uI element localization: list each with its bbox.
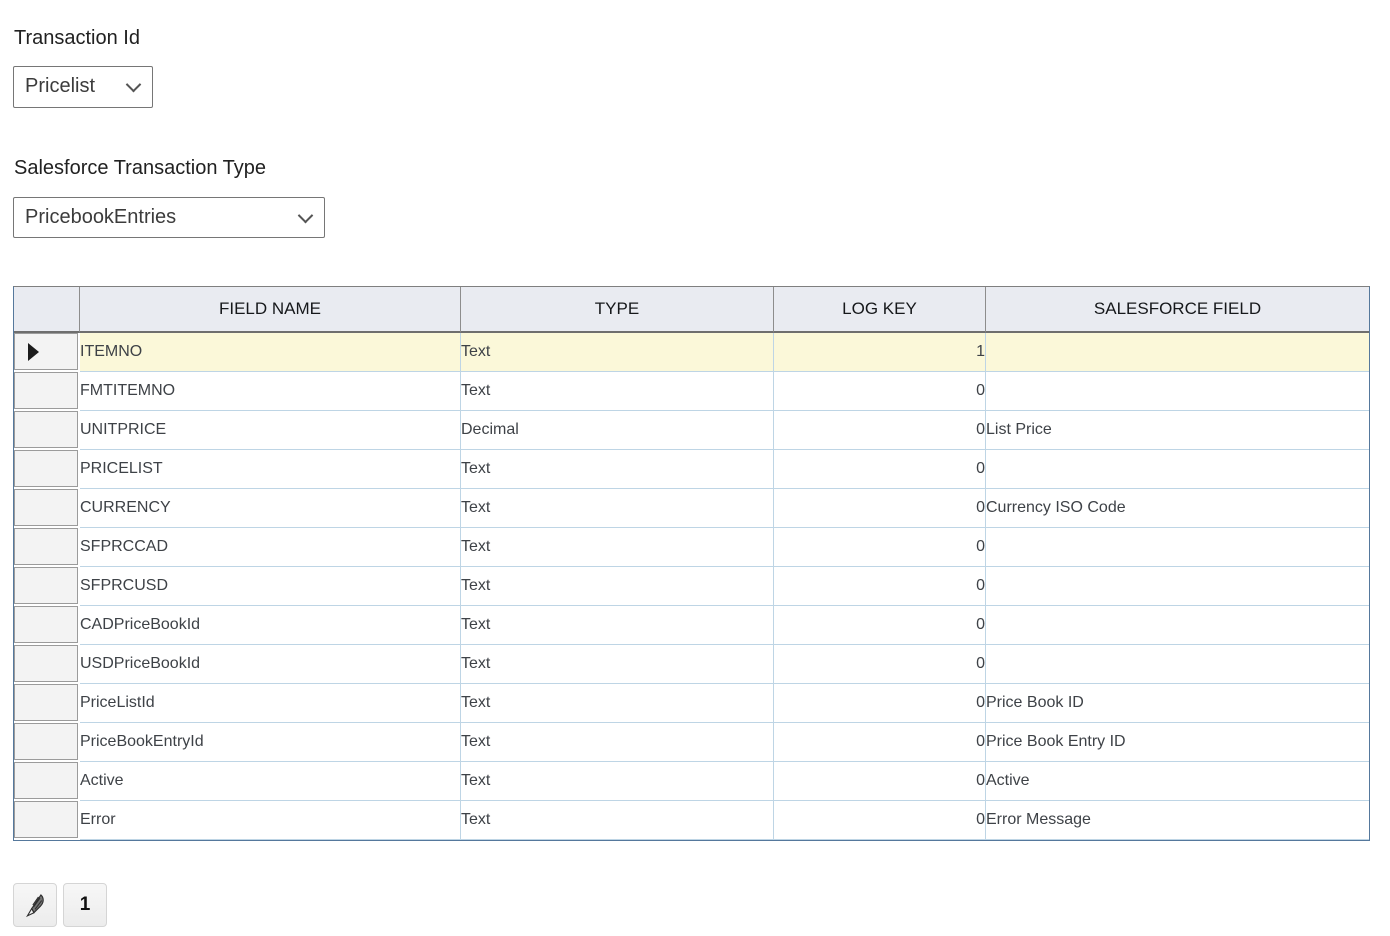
row-selector[interactable] xyxy=(14,411,80,450)
cell-salesforce-field[interactable]: List Price xyxy=(986,411,1369,450)
table-row[interactable]: PriceBookEntryIdText0Price Book Entry ID xyxy=(14,723,1369,762)
field-mapping-grid: FIELD NAME TYPE LOG KEY SALESFORCE FIELD… xyxy=(13,286,1370,841)
row-selector[interactable] xyxy=(14,567,80,606)
row-selector[interactable] xyxy=(14,606,80,645)
row-selector[interactable] xyxy=(14,528,80,567)
row-selector[interactable] xyxy=(14,372,80,411)
cell-log-key[interactable]: 0 xyxy=(774,645,986,684)
cell-log-key[interactable]: 0 xyxy=(774,684,986,723)
cell-type[interactable]: Text xyxy=(461,801,774,840)
column-header-type[interactable]: TYPE xyxy=(461,287,774,333)
cell-type[interactable]: Text xyxy=(461,684,774,723)
cell-type[interactable]: Text xyxy=(461,645,774,684)
cell-field-name[interactable]: ITEMNO xyxy=(80,333,461,372)
cell-type[interactable]: Text xyxy=(461,567,774,606)
grid-body: ITEMNOText1FMTITEMNOText0UNITPRICEDecima… xyxy=(14,333,1369,840)
cell-type[interactable]: Decimal xyxy=(461,411,774,450)
row-selector[interactable] xyxy=(14,450,80,489)
page-number-button[interactable]: 1 xyxy=(63,883,107,927)
table-row[interactable]: CURRENCYText0Currency ISO Code xyxy=(14,489,1369,528)
cell-log-key[interactable]: 0 xyxy=(774,567,986,606)
cell-log-key[interactable]: 0 xyxy=(774,489,986,528)
cell-salesforce-field[interactable]: Currency ISO Code xyxy=(986,489,1369,528)
page-number-label: 1 xyxy=(80,894,91,916)
cell-log-key[interactable]: 0 xyxy=(774,528,986,567)
transaction-id-label: Transaction Id xyxy=(14,27,1377,50)
cell-field-name[interactable]: SFPRCUSD xyxy=(80,567,461,606)
table-row[interactable]: PriceListIdText0Price Book ID xyxy=(14,684,1369,723)
cell-type[interactable]: Text xyxy=(461,723,774,762)
table-row[interactable]: ITEMNOText1 xyxy=(14,333,1369,372)
row-selector[interactable] xyxy=(14,489,80,528)
bottom-toolbar: 1 xyxy=(13,883,1377,927)
cell-type[interactable]: Text xyxy=(461,762,774,801)
grid-corner-cell[interactable] xyxy=(14,287,80,333)
cell-salesforce-field[interactable] xyxy=(986,567,1369,606)
row-selector[interactable] xyxy=(14,723,80,762)
cell-log-key[interactable]: 1 xyxy=(774,333,986,372)
cell-field-name[interactable]: Error xyxy=(80,801,461,840)
cell-salesforce-field[interactable] xyxy=(986,450,1369,489)
cell-log-key[interactable]: 0 xyxy=(774,762,986,801)
quill-icon xyxy=(22,892,49,919)
cell-salesforce-field[interactable] xyxy=(986,372,1369,411)
cell-salesforce-field[interactable] xyxy=(986,645,1369,684)
cell-salesforce-field[interactable]: Error Message xyxy=(986,801,1369,840)
cell-salesforce-field[interactable]: Active xyxy=(986,762,1369,801)
column-header-salesforce-field[interactable]: SALESFORCE FIELD xyxy=(986,287,1369,333)
cell-type[interactable]: Text xyxy=(461,450,774,489)
cell-type[interactable]: Text xyxy=(461,528,774,567)
cell-field-name[interactable]: PRICELIST xyxy=(80,450,461,489)
table-row[interactable]: PRICELISTText0 xyxy=(14,450,1369,489)
table-row[interactable]: SFPRCCADText0 xyxy=(14,528,1369,567)
cell-field-name[interactable]: USDPriceBookId xyxy=(80,645,461,684)
row-selector[interactable] xyxy=(14,333,80,372)
mapping-page: Transaction Id Pricelist Salesforce Tran… xyxy=(0,0,1390,927)
transaction-id-select[interactable]: Pricelist xyxy=(13,66,153,108)
table-row[interactable]: ErrorText0Error Message xyxy=(14,801,1369,840)
cell-field-name[interactable]: PriceBookEntryId xyxy=(80,723,461,762)
cell-salesforce-field[interactable] xyxy=(986,333,1369,372)
table-row[interactable]: USDPriceBookIdText0 xyxy=(14,645,1369,684)
cell-log-key[interactable]: 0 xyxy=(774,801,986,840)
row-selector[interactable] xyxy=(14,645,80,684)
table-row[interactable]: FMTITEMNOText0 xyxy=(14,372,1369,411)
cell-type[interactable]: Text xyxy=(461,333,774,372)
cell-salesforce-field[interactable]: Price Book ID xyxy=(986,684,1369,723)
cell-log-key[interactable]: 0 xyxy=(774,606,986,645)
row-selector[interactable] xyxy=(14,762,80,801)
cell-field-name[interactable]: Active xyxy=(80,762,461,801)
table-row[interactable]: SFPRCUSDText0 xyxy=(14,567,1369,606)
cell-field-name[interactable]: CURRENCY xyxy=(80,489,461,528)
cell-log-key[interactable]: 0 xyxy=(774,450,986,489)
cell-salesforce-field[interactable] xyxy=(986,606,1369,645)
write-mapping-button[interactable] xyxy=(13,883,57,927)
sf-transaction-type-select[interactable]: PricebookEntries xyxy=(13,197,325,238)
cell-type[interactable]: Text xyxy=(461,489,774,528)
column-header-log-key[interactable]: LOG KEY xyxy=(774,287,986,333)
table-row[interactable]: ActiveText0Active xyxy=(14,762,1369,801)
sf-transaction-type-label: Salesforce Transaction Type xyxy=(14,157,1377,180)
row-selector[interactable] xyxy=(14,801,80,840)
table-row[interactable]: CADPriceBookIdText0 xyxy=(14,606,1369,645)
cell-log-key[interactable]: 0 xyxy=(774,723,986,762)
table-row[interactable]: UNITPRICEDecimal0List Price xyxy=(14,411,1369,450)
cell-field-name[interactable]: CADPriceBookId xyxy=(80,606,461,645)
column-header-field-name[interactable]: FIELD NAME xyxy=(80,287,461,333)
cell-field-name[interactable]: PriceListId xyxy=(80,684,461,723)
cell-type[interactable]: Text xyxy=(461,606,774,645)
cell-field-name[interactable]: SFPRCCAD xyxy=(80,528,461,567)
cell-log-key[interactable]: 0 xyxy=(774,372,986,411)
cell-salesforce-field[interactable] xyxy=(986,528,1369,567)
cell-salesforce-field[interactable]: Price Book Entry ID xyxy=(986,723,1369,762)
row-selector[interactable] xyxy=(14,684,80,723)
cell-log-key[interactable]: 0 xyxy=(774,411,986,450)
cell-field-name[interactable]: UNITPRICE xyxy=(80,411,461,450)
cell-field-name[interactable]: FMTITEMNO xyxy=(80,372,461,411)
current-row-arrow-icon xyxy=(28,343,39,361)
cell-type[interactable]: Text xyxy=(461,372,774,411)
grid-header-row: FIELD NAME TYPE LOG KEY SALESFORCE FIELD xyxy=(14,287,1369,333)
